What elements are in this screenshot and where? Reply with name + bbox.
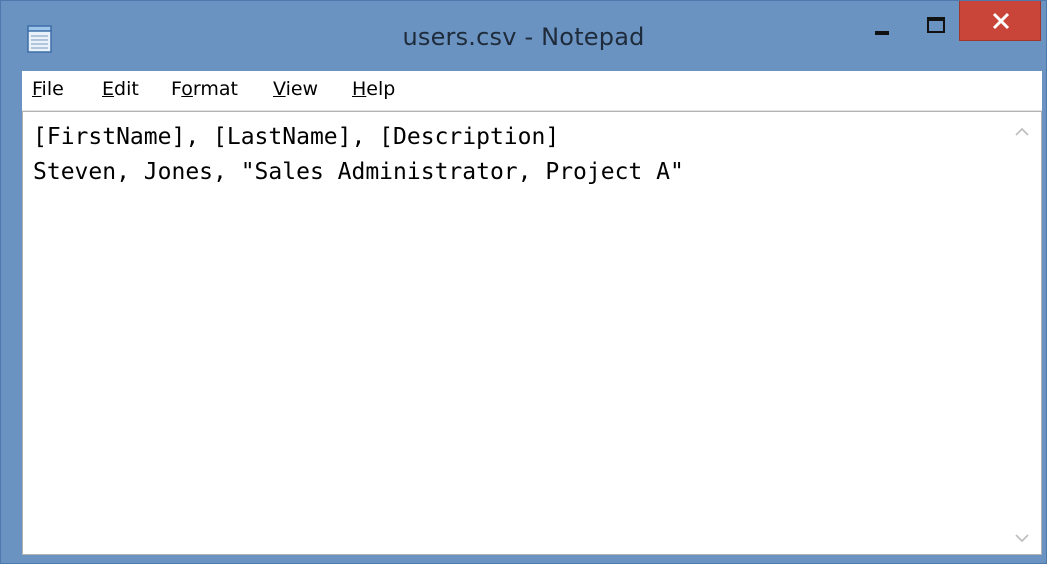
text-editor[interactable]: [FirstName], [LastName], [Description] St…: [22, 111, 1042, 555]
chevron-up-icon[interactable]: [1013, 124, 1031, 138]
editor-text[interactable]: [FirstName], [LastName], [Description] St…: [33, 120, 1001, 554]
minimize-button[interactable]: [863, 5, 903, 39]
maximize-button[interactable]: [917, 5, 957, 39]
menu-file[interactable]: File: [32, 78, 64, 100]
editor-line: [FirstName], [LastName], [Description]: [33, 124, 560, 150]
title-bar[interactable]: users.csv - Notepad: [1, 1, 1046, 71]
editor-line: Steven, Jones, "Sales Administrator, Pro…: [33, 159, 684, 185]
menu-edit[interactable]: Edit: [102, 78, 139, 100]
menu-format[interactable]: Format: [171, 78, 238, 100]
menu-view[interactable]: View: [273, 78, 318, 100]
close-button[interactable]: [959, 1, 1041, 41]
menu-help[interactable]: Help: [352, 78, 395, 100]
notepad-window: users.csv - Notepad File Edit Format Vie…: [0, 0, 1047, 564]
menu-bar: File Edit Format View Help: [22, 71, 1042, 111]
close-icon: [992, 12, 1010, 30]
chevron-down-icon[interactable]: [1013, 530, 1031, 544]
